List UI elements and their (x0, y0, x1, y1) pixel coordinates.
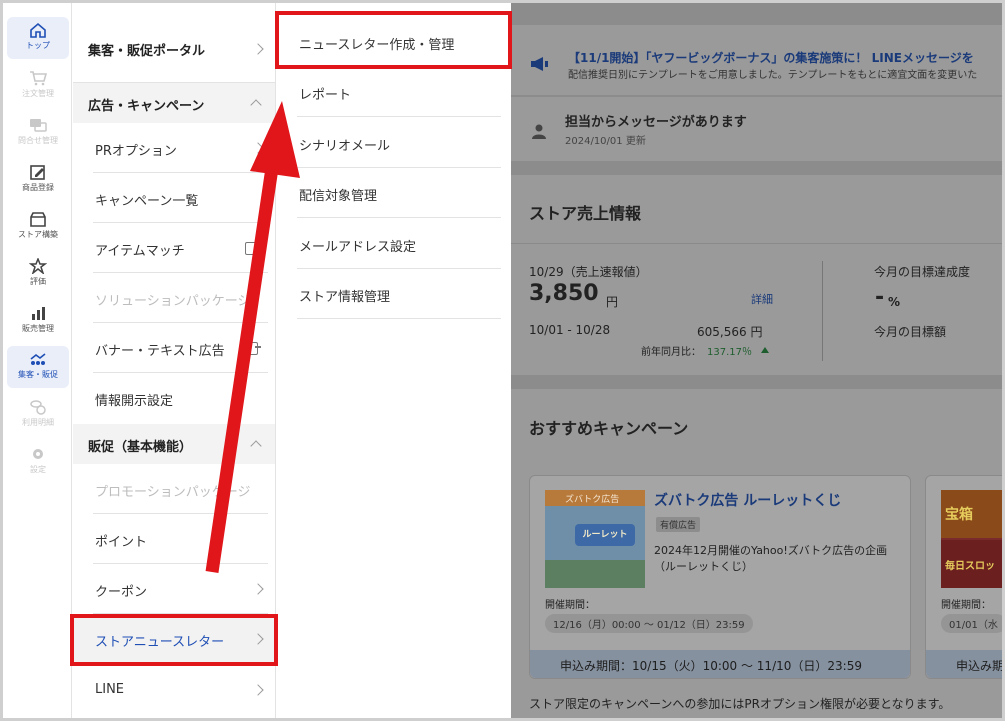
arrow-shaft (205, 167, 279, 573)
arrow-head (250, 101, 300, 178)
annotation-arrow (205, 101, 300, 573)
